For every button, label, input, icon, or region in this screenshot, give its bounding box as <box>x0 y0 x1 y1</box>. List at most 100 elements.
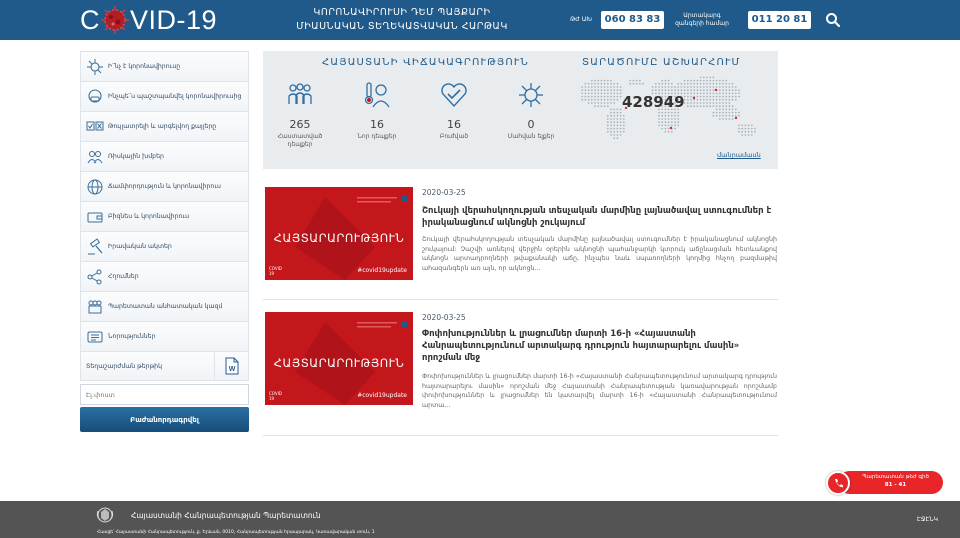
people-group-icon <box>288 83 312 104</box>
news-image[interactable]: ՀԱՅՏԱՐԱՐՈՒԹՅՈՒՆ COVID 19 #covid19update <box>265 312 413 405</box>
sidebar-item-movement-sheet[interactable]: Տեղաշարժման թերթիկ W <box>80 351 249 381</box>
sidebar-directory-label: Տեղաշարժման թերթիկ <box>86 362 162 370</box>
sidebar-item-what-is[interactable]: Ի՞նչ է կորոնավիրուսը <box>80 51 249 81</box>
sidebar-item-label: Ինչպե՞ս պաշտպանվել կորոնավիրուսից <box>108 92 242 100</box>
hotline-widget[interactable]: Պարետատան թեժ գիծ 81 - 41 <box>826 471 943 495</box>
armenia-stats-title: ՀԱՅԱՍՏԱՆԻ ՎԻՃԱԿԱԳՐՈՒԹՅՈՒՆ <box>322 57 529 68</box>
news-image-title: ՀԱՅՏԱՐԱՐՈՒԹՅՈՒՆ <box>273 356 405 370</box>
stat-confirmed: 265 Հաստատված դեպքեր <box>264 80 336 149</box>
phone2-box[interactable]: 011 20 81 41 <box>748 11 811 43</box>
heart-check-icon <box>441 83 467 108</box>
gavel-icon <box>88 237 103 254</box>
sidebar-item-label: Ճամփորդություն և կորոնավիրուս <box>108 183 221 190</box>
news-image-tag: #covid19update <box>357 392 407 399</box>
footer-developer-link[interactable]: ԷՋԷՆԿ <box>917 516 938 523</box>
news-item[interactable]: ՀԱՅՏԱՐԱՐՈՒԹՅՈՒՆ COVID 19 #covid19update 2… <box>263 187 778 300</box>
news-divider <box>263 435 778 436</box>
sidebar-item-label: Նորություններ <box>108 333 156 340</box>
hotline-pill[interactable]: Պարետատան թեժ գիծ 81 - 41 <box>838 471 943 494</box>
site-logo[interactable]: C VID-19 <box>80 3 217 37</box>
header-title: ԿՈՐՈՆԱՎԻՐՈՒՍԻ ԴԵՄ ՊԱՅՔԱՐԻ ՄԻԱՍՆԱԿԱՆ ՏԵՂԵ… <box>292 6 512 34</box>
news-image-tag: #covid19update <box>357 267 407 274</box>
email-input[interactable] <box>80 384 249 405</box>
news-image-covid-label: COVID 19 <box>269 391 282 401</box>
people-icon <box>88 300 102 313</box>
svg-text:W: W <box>228 366 235 373</box>
subscribe-button[interactable]: Բաժանորդագրվել <box>80 407 249 432</box>
phone1-label: ԹԺ ԱԽ <box>570 16 592 23</box>
sidebar-item-label: Հղումներ <box>108 273 139 280</box>
header-title-line2: ՄԻԱՍՆԱԿԱՆ ՏԵՂԵԿԱՏՎԱԿԱՆ ՀԱՐԹԱԿ <box>296 21 508 32</box>
stat-recovered: 16 Բուժված <box>418 80 490 141</box>
news-date: 2020-03-25 <box>422 313 466 322</box>
sidebar-item-label: Պարետատան անհատական կազմ <box>108 303 223 310</box>
stat-confirmed-label2: դեպքեր <box>287 141 313 148</box>
logo-text-right: VID-19 <box>130 4 218 35</box>
stat-recovered-label: Բուժված <box>439 133 469 140</box>
virus-outline-icon <box>519 83 543 107</box>
sidebar-item-label: Իրավական ակտեր <box>108 243 172 250</box>
news-title[interactable]: Փոփոխություններ և լրացումներ մարտի 16-ի … <box>422 328 777 364</box>
sidebar-item-staff[interactable]: Պարետատան անհատական կազմ <box>80 291 249 321</box>
news-excerpt: Փոփոխություններ և լրացումներ մարտի 16-ի … <box>422 373 777 409</box>
news-icon <box>87 331 103 342</box>
sidebar-item-label: Ի՞նչ է կորոնավիրուսը <box>108 63 181 70</box>
sidebar-item-allowed[interactable]: Թույլատրելի և արգելվող քայլերը <box>80 111 249 141</box>
share-icon <box>87 269 102 284</box>
phone1-box[interactable]: 060 83 83 00 <box>601 11 664 43</box>
news-divider <box>263 299 778 300</box>
coat-of-arms-icon <box>96 507 114 523</box>
wallet-icon <box>87 212 103 222</box>
word-doc-icon: W <box>225 357 238 375</box>
stat-confirmed-label1: Հաստատված <box>277 133 323 140</box>
sidebar-item-label: Թույլատրելի և արգելվող քայլերը <box>108 123 217 130</box>
footer-address: Հասցե՝ Հայաստանի Հանրապետություն, ք. Երև… <box>97 530 375 535</box>
hotline-label: Պարետատան թեժ գիծ <box>862 474 929 480</box>
check-cross-icon <box>86 121 104 130</box>
news-title[interactable]: Շուկայի վերահսկողության տեսչական մարմինը… <box>422 205 777 229</box>
stat-deaths-label: Մահվան ելքեր <box>507 133 555 140</box>
sidebar-item-news[interactable]: Նորություններ <box>80 321 249 351</box>
search-icon[interactable] <box>824 11 842 29</box>
word-download-button[interactable]: W <box>214 351 248 381</box>
logo-text-left: C <box>80 4 100 35</box>
sidebar-item-legal-acts[interactable]: Իրավական ակտեր <box>80 231 249 261</box>
stats-details-link[interactable]: մանրամասն <box>717 151 761 159</box>
thermometer-person-icon <box>364 82 390 108</box>
sidebar-item-business[interactable]: Բիզնես և կորոնավիրուս <box>80 201 249 231</box>
phone2-label-line2: զանգերի համար <box>675 20 729 27</box>
sidebar-item-risk-groups[interactable]: Ռիսկային խմբեր <box>80 141 249 171</box>
world-cases-value: 428949 <box>622 93 685 111</box>
sidebar-item-protect[interactable]: Ինչպե՞ս պաշտպանվել կորոնավիրուսից <box>80 81 249 111</box>
stat-deaths: 0 Մահվան ելքեր <box>495 80 567 141</box>
stat-new-label: Նոր դեպքեր <box>357 133 397 140</box>
footer-org-name: Հայաստանի Հանրապետության Պարետատուն <box>131 511 321 520</box>
news-date: 2020-03-25 <box>422 188 466 197</box>
mask-face-icon <box>88 88 102 103</box>
phone-icon[interactable] <box>826 471 850 495</box>
sidebar: Ի՞նչ է կորոնավիրուսը Ինչպե՞ս պաշտպանվել … <box>80 51 249 381</box>
phone2-label: Արտակարգ զանգերի համար <box>674 12 730 28</box>
news-item[interactable]: ՀԱՅՏԱՐԱՐՈՒԹՅՈՒՆ COVID 19 #covid19update 2… <box>263 312 778 436</box>
sidebar-item-links[interactable]: Հղումներ <box>80 261 249 291</box>
virus-icon <box>87 58 103 75</box>
sidebar-item-travel[interactable]: Ճամփորդություն և կորոնավիրուս <box>80 171 249 201</box>
stat-new: 16 Նոր դեպքեր <box>341 80 413 141</box>
news-excerpt: Շուկայի վերահսկողության տեսչական մարմինը… <box>422 236 777 272</box>
stat-deaths-value: 0 <box>527 118 535 131</box>
stat-confirmed-value: 265 <box>289 118 311 131</box>
group-icon <box>87 150 103 163</box>
globe-icon <box>87 179 103 194</box>
stat-new-value: 16 <box>370 118 384 131</box>
stat-recovered-value: 16 <box>447 118 461 131</box>
sidebar-item-label: Ռիսկային խմբեր <box>108 153 164 160</box>
news-image-title: ՀԱՅՏԱՐԱՐՈՒԹՅՈՒՆ <box>273 231 405 245</box>
hotline-number: 81 - 41 <box>884 481 907 488</box>
news-image[interactable]: ՀԱՅՏԱՐԱՐՈՒԹՅՈՒՆ COVID 19 #covid19update <box>265 187 413 280</box>
virus-logo-icon <box>101 6 129 34</box>
phone2-label-line1: Արտակարգ <box>683 12 721 19</box>
world-stats-title: ՏԱՐԱԾՈՒՄԸ ԱՇԽԱՐՀՈՒՄ <box>582 57 741 68</box>
sidebar-item-label: Բիզնես և կորոնավիրուս <box>108 213 190 220</box>
header-title-line1: ԿՈՐՈՆԱՎԻՐՈՒՍԻ ԴԵՄ ՊԱՅՔԱՐԻ <box>313 7 491 18</box>
news-image-covid-label: COVID 19 <box>269 266 282 276</box>
